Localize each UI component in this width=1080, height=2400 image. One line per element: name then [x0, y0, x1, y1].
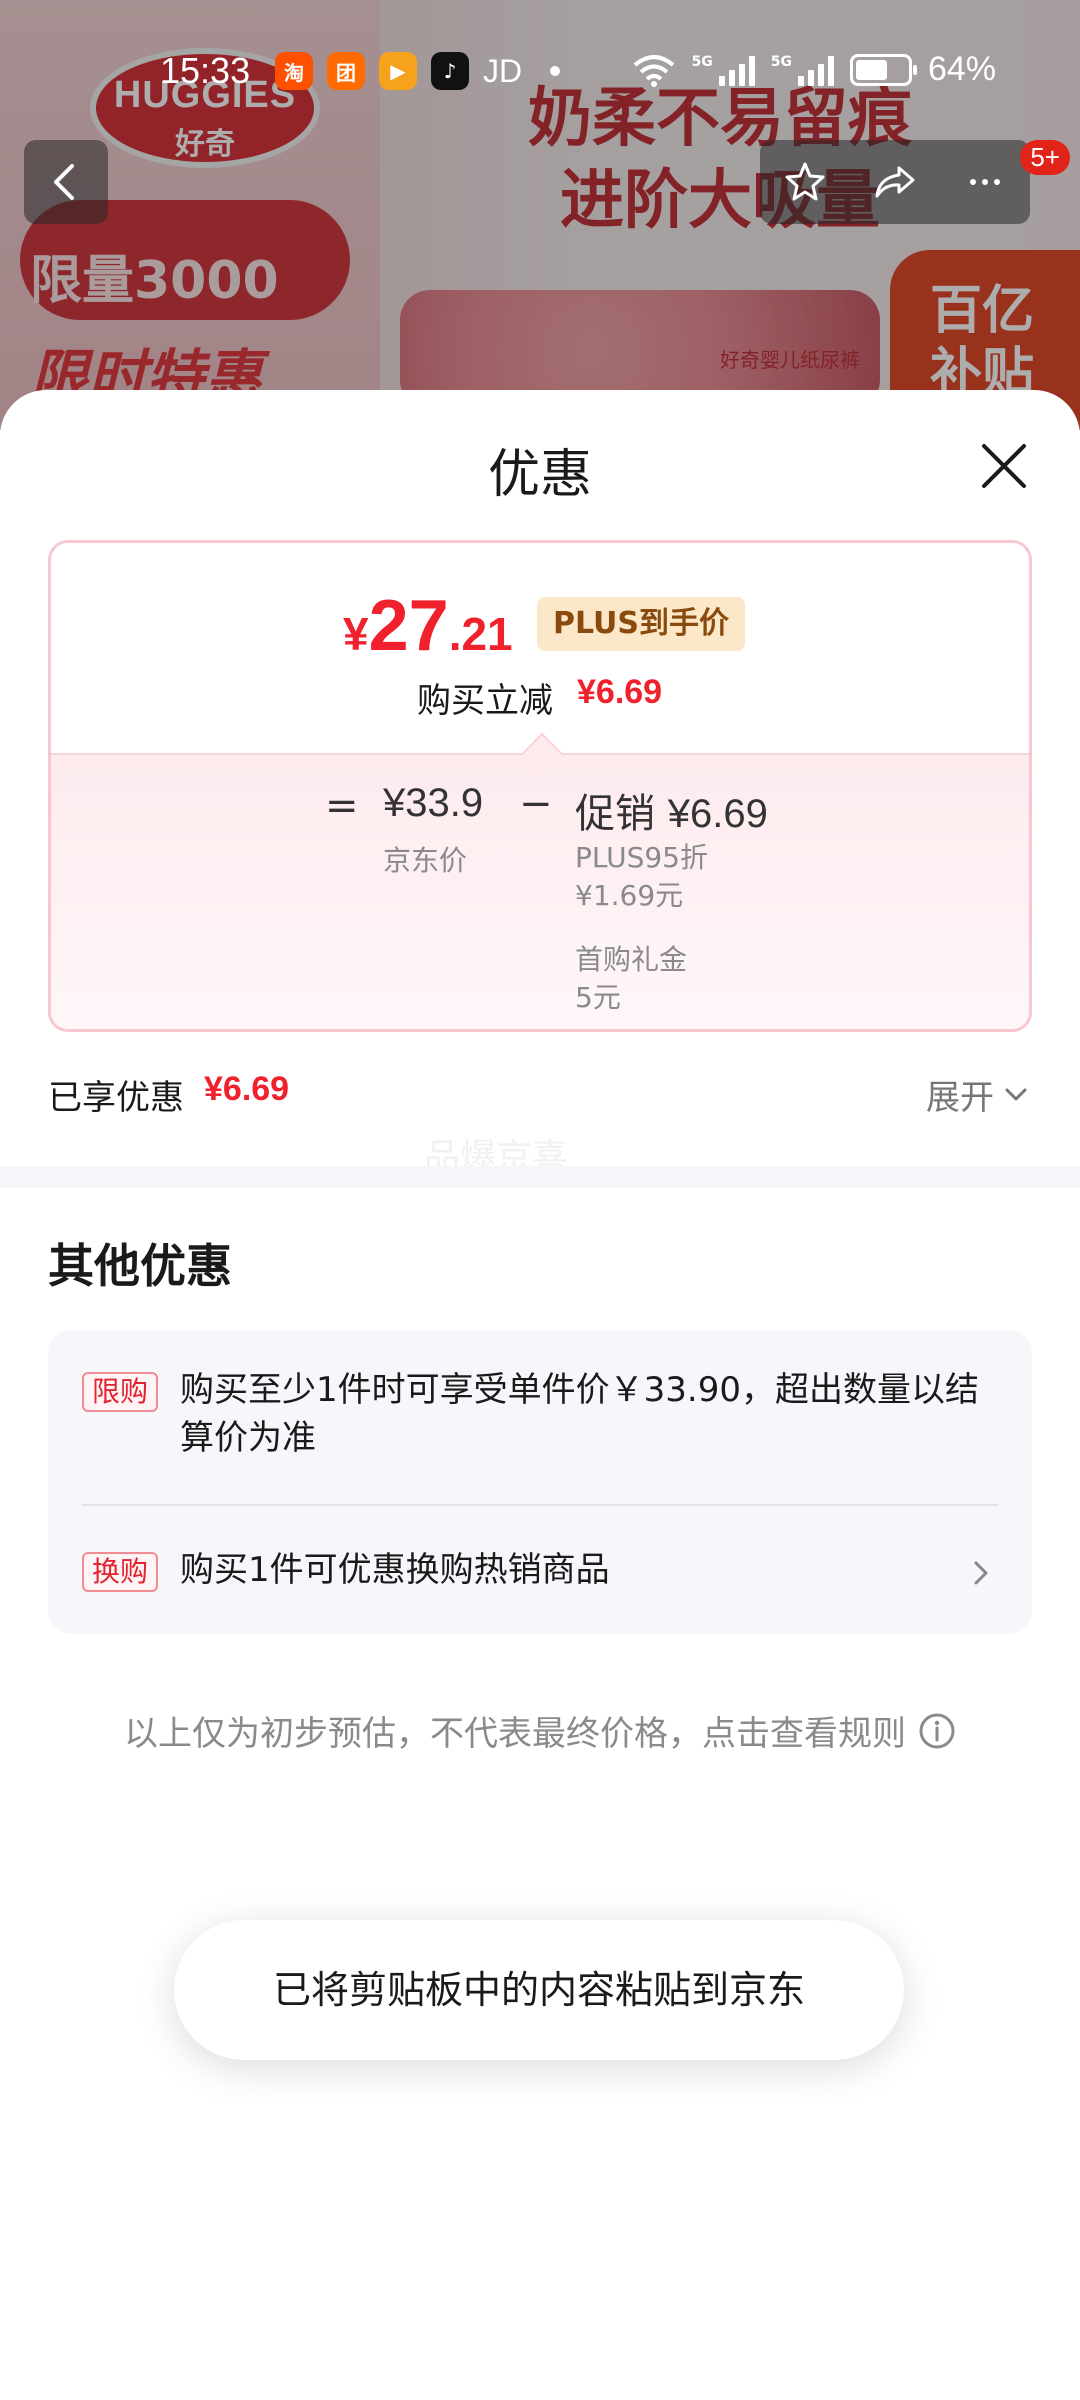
final-price-currency: ¥ — [343, 608, 369, 660]
final-price: ¥27.21 — [343, 585, 513, 667]
final-price-integer: 27 — [368, 586, 449, 666]
rules-disclaimer[interactable]: 以上仅为初步预估，不代表最终价格，点击查看规则 — [0, 1706, 1080, 1755]
status-bar: 15:33 淘 团 ▶ ♪ JD 5G 5G 64% — [0, 44, 1080, 104]
trade-in-tag: 换购 — [82, 1552, 159, 1592]
expand-label: 展开 — [926, 1078, 994, 1118]
battery-percent: 64% — [927, 50, 996, 88]
chevron-right-icon — [974, 1561, 988, 1585]
chevron-down-icon — [1005, 1088, 1027, 1100]
promo-total: 促销 ¥6.69 — [575, 781, 768, 839]
other-offers-title: 其他优惠 — [48, 1239, 232, 1293]
promo-detail-name: PLUS95折 — [575, 841, 708, 874]
wifi-icon — [634, 54, 675, 87]
jd-price-label: 京东价 — [383, 844, 468, 877]
sheet-title: 优惠 — [487, 445, 592, 505]
price-summary: ¥27.21 PLUS到手价 购买立减 ¥6.69 — [51, 543, 1029, 753]
battery-icon — [849, 53, 917, 86]
limit-offer-text: 购买至少1件时可享受单件价￥33.90，超出数量以结算价为准 — [180, 1370, 979, 1458]
expand-button[interactable]: 展开 — [926, 1070, 1030, 1119]
promo-detail-value: ¥1.69元 — [575, 879, 684, 912]
promo-value: ¥6.69 — [667, 792, 768, 836]
promo-detail-name: 首购礼金 — [575, 943, 688, 976]
promo-detail-first-buy: 首购礼金 5元 — [575, 941, 687, 1017]
jd-price-value: ¥33.9 — [383, 781, 484, 825]
jd-status-text: JD — [483, 52, 523, 89]
price-card: ¥27.21 PLUS到手价 购买立减 ¥6.69 = ¥33.9 京东价 − … — [48, 540, 1032, 1032]
other-offers-list: 限购 购买至少1件时可享受单件价￥33.90，超出数量以结算价为准 换购 购买1… — [48, 1330, 1032, 1634]
plus-price-tag: PLUS到手价 — [537, 597, 746, 651]
info-icon — [919, 1713, 955, 1748]
instant-discount-label: 购买立减 — [417, 681, 553, 721]
promo-label: 促销 — [575, 791, 655, 837]
chevron-left-icon — [54, 164, 74, 200]
instant-discount-value: ¥6.69 — [577, 673, 663, 711]
notification-dot — [550, 66, 561, 76]
promo-detail-value: 5元 — [575, 981, 621, 1014]
minus-sign: − — [519, 781, 553, 827]
notification-icons: 淘 团 ▶ ♪ JD — [275, 52, 561, 90]
signal-icon-1: 5G — [691, 53, 755, 86]
signal-icon-2: 5G — [771, 54, 834, 86]
cart-count-badge: 5+ — [1020, 140, 1070, 175]
discount-sheet: 优惠 ¥27.21 PLUS到手价 购买立减 ¥6.69 = ¥33.9 京东价… — [0, 390, 1080, 2400]
top-actions — [760, 140, 1030, 224]
taobao-icon: 淘 — [275, 52, 313, 90]
trade-in-offer-text: 购买1件可优惠换购热销商品 — [180, 1550, 610, 1590]
limit-tag: 限购 — [82, 1372, 159, 1412]
section-divider — [0, 1166, 1080, 1188]
close-icon[interactable] — [976, 438, 1032, 494]
back-button[interactable] — [24, 140, 108, 224]
network-type-1: 5G — [691, 53, 713, 70]
clipboard-toast: 已将剪贴板中的内容粘贴到京东 — [174, 1920, 904, 2060]
equals-sign: = — [325, 783, 359, 829]
enjoyed-discount-label: 已享优惠 — [48, 1078, 184, 1118]
price-breakdown: = ¥33.9 京东价 − 促销 ¥6.69 PLUS95折 ¥1.69元 首购… — [51, 732, 1029, 1029]
status-right: 5G 5G 64% — [633, 50, 996, 89]
more-icon[interactable] — [961, 158, 1009, 206]
disclaimer-text: 以上仅为初步预估，不代表最终价格，点击查看规则 — [124, 1714, 906, 1754]
final-price-decimal: .21 — [448, 608, 513, 660]
enjoyed-discount-value: ¥6.69 — [204, 1070, 290, 1108]
offer-separator — [82, 1504, 998, 1506]
status-time: 15:33 — [160, 50, 251, 91]
star-icon[interactable] — [781, 158, 829, 206]
tiktok-icon: ♪ — [431, 52, 469, 90]
video-app-icon: ▶ — [379, 52, 417, 90]
meituan-icon: 团 — [327, 52, 365, 90]
network-type-2: 5G — [770, 53, 792, 70]
promo-detail-plus: PLUS95折 ¥1.69元 — [575, 839, 708, 915]
share-icon[interactable] — [871, 158, 919, 206]
